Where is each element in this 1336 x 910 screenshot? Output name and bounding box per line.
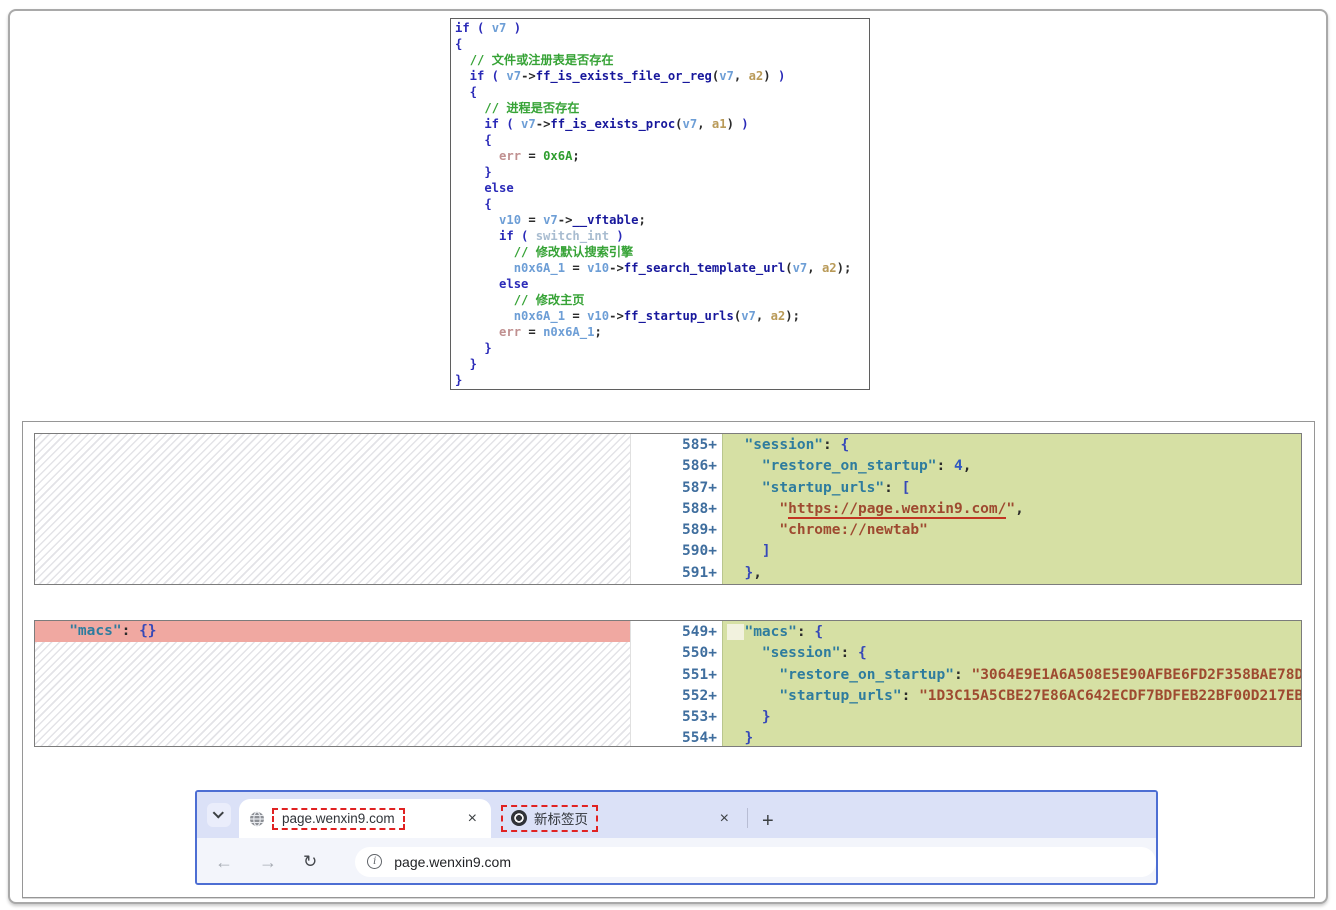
- new-tab-button[interactable]: +: [756, 811, 780, 831]
- address-bar[interactable]: i page.wenxin9.com: [355, 847, 1156, 877]
- diff2-removed-line: "macs": {}: [35, 621, 630, 642]
- decompiler-code-block: if ( v7 ){ // 文件或注册表是否存在 if ( v7->ff_is_…: [450, 18, 870, 390]
- browser-window: page.wenxin9.com × 新标签页 × + ← → ↻: [195, 790, 1158, 885]
- tab-divider: [747, 808, 748, 828]
- forward-icon[interactable]: →: [259, 853, 277, 871]
- diff1-added-content: "session": { "restore_on_startup": 4, "s…: [722, 434, 1301, 584]
- diff2-left-pane: "macs": {}: [35, 621, 631, 746]
- tab-search-button[interactable]: [207, 803, 231, 827]
- browser-tab-strip: page.wenxin9.com × 新标签页 × +: [197, 792, 1156, 838]
- annotation-box-tab1: page.wenxin9.com: [272, 808, 405, 830]
- chromium-icon: [511, 810, 527, 826]
- diff2-line-numbers: 549+550+551+552+553+554+: [676, 621, 722, 746]
- chevron-down-icon: [213, 807, 224, 818]
- tab1-title: page.wenxin9.com: [282, 811, 395, 826]
- tab-page-wenxin9[interactable]: page.wenxin9.com ×: [239, 799, 491, 838]
- globe-icon: [249, 811, 265, 827]
- site-info-icon[interactable]: i: [367, 854, 382, 869]
- diff2-pane-gap: [631, 621, 676, 746]
- back-icon[interactable]: ←: [215, 853, 233, 871]
- tab2-title: 新标签页: [534, 808, 588, 828]
- annotation-box-tab2: 新标签页: [501, 805, 598, 832]
- diff-block-session: 585+586+587+588+589+590+591+ "session": …: [34, 433, 1302, 585]
- diff1-left-empty-hatched-pane: [35, 434, 631, 584]
- diff-block-macs: "macs": {} 549+550+551+552+553+554+ "mac…: [34, 620, 1302, 747]
- reload-icon[interactable]: ↻: [303, 853, 317, 870]
- address-url: page.wenxin9.com: [394, 854, 511, 870]
- screenshot-canvas: if ( v7 ){ // 文件或注册表是否存在 if ( v7->ff_is_…: [0, 0, 1336, 910]
- diff1-line-numbers: 585+586+587+588+589+590+591+: [676, 434, 722, 584]
- tab1-close-icon[interactable]: ×: [464, 811, 481, 827]
- tab-new-tab[interactable]: 新标签页 ×: [491, 799, 743, 838]
- diff-and-browser-container: 585+586+587+588+589+590+591+ "session": …: [22, 421, 1315, 898]
- browser-toolbar: ← → ↻ i page.wenxin9.com: [197, 838, 1156, 885]
- diff2-added-content: "macs": { "session": { "restore_on_start…: [722, 621, 1301, 746]
- tab2-close-icon[interactable]: ×: [716, 811, 733, 827]
- diff1-pane-gap: [631, 434, 676, 584]
